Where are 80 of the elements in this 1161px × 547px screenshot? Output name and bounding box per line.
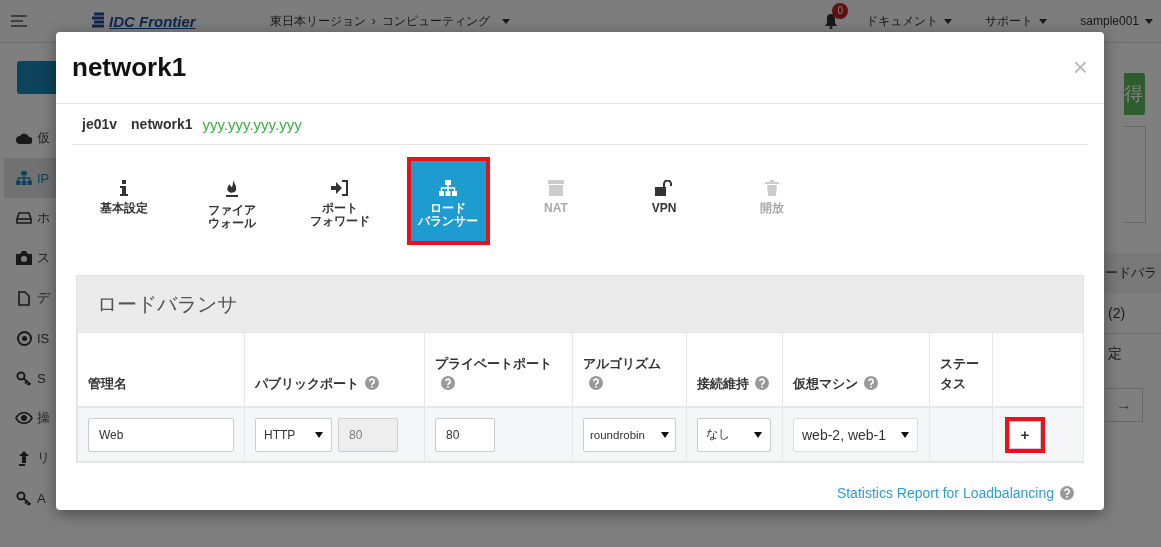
sidebar-item[interactable]: 操	[4, 398, 56, 438]
breadcrumb-item[interactable]: 東日本リージョン	[269, 12, 366, 30]
next-button[interactable]: →	[1106, 388, 1143, 422]
count-label: (2)	[1108, 305, 1126, 321]
nav-menu[interactable]: ドキュメント	[866, 12, 953, 30]
sidebar-item[interactable]: S	[4, 358, 56, 398]
file-icon	[18, 290, 30, 306]
public-port-field: 80	[338, 417, 398, 452]
nav-menu[interactable]: sample001	[1080, 14, 1153, 28]
bell-icon[interactable]	[824, 13, 839, 29]
setting-label: 定	[1108, 345, 1122, 363]
sidebar-item[interactable]: IS	[4, 318, 56, 358]
upload-icon	[18, 450, 30, 466]
persistence-select[interactable]: なし	[697, 417, 771, 452]
help-icon[interactable]	[1060, 486, 1074, 500]
logo-icon	[92, 12, 106, 30]
dialog-title: network1	[72, 52, 187, 83]
help-icon[interactable]	[589, 376, 603, 390]
unlock-icon	[655, 180, 673, 196]
help-icon[interactable]	[864, 376, 878, 390]
private-port-field[interactable]: 80	[435, 417, 495, 452]
sitemap-icon	[439, 180, 457, 196]
breadcrumb-separator: ›	[371, 14, 376, 28]
key-icon	[16, 370, 32, 386]
trash-icon	[765, 180, 779, 196]
help-icon[interactable]	[365, 376, 379, 390]
caret-icon	[944, 18, 953, 24]
zone-label: je01v	[82, 116, 118, 132]
column-header: 接続維持	[697, 376, 749, 391]
help-icon[interactable]	[755, 376, 769, 390]
sidebar-item[interactable]: ホ	[4, 198, 56, 238]
disc-icon	[16, 330, 32, 346]
panel-title: ロードバランサ	[97, 291, 237, 317]
column-header: 管理名	[88, 376, 127, 391]
sidebar-item[interactable]: リ	[4, 438, 56, 478]
sign-in-icon	[331, 180, 349, 196]
ip-address: yyy.yyy.yyy.yyy	[202, 115, 302, 133]
box-icon	[548, 180, 564, 196]
tab[interactable]: VPN	[626, 161, 702, 241]
tab[interactable]: ポートフォワード	[302, 161, 378, 241]
menu-icon[interactable]	[11, 15, 27, 27]
brand-name[interactable]: IDC Frontier	[109, 12, 196, 30]
dropdown-arrow-icon	[315, 431, 323, 438]
sidebar-item[interactable]: A	[4, 478, 56, 518]
column-header: アルゴリズム	[583, 356, 661, 371]
caret-icon	[501, 18, 510, 24]
breadcrumb-item[interactable]: コンピューティング	[381, 12, 490, 30]
tab[interactable]: ファイアウォール	[194, 161, 270, 241]
column-header: プライベートポート	[435, 356, 552, 371]
key-icon	[16, 490, 32, 506]
statistics-link[interactable]: Statistics Report for Loadbalancing	[836, 485, 1054, 501]
sidebar-item[interactable]: IP	[4, 158, 56, 198]
sidebar-item[interactable]: デ	[4, 278, 56, 318]
eye-icon	[15, 412, 33, 424]
dropdown-arrow-icon	[661, 431, 669, 438]
caret-icon	[1145, 18, 1153, 24]
info-icon	[120, 180, 128, 196]
camera-icon	[16, 251, 32, 265]
flame-icon	[225, 180, 239, 198]
cloud-icon	[16, 132, 32, 144]
column-header: 仮想マシン	[793, 376, 858, 391]
name-field[interactable]: Web	[88, 417, 234, 452]
drive-icon	[16, 212, 32, 224]
column-header: パブリックポート	[255, 376, 359, 391]
sidebar-item[interactable]: 仮	[4, 118, 56, 158]
nav-menu[interactable]: サポート	[985, 12, 1048, 30]
dropdown-arrow-icon	[754, 431, 762, 438]
network-name: network1	[131, 116, 193, 132]
algorithm-select[interactable]: roundrobin	[583, 417, 676, 452]
sitemap-icon	[16, 171, 32, 185]
vm-dropdown[interactable]: web-2, web-1	[793, 417, 918, 452]
sidebar-item[interactable]: ス	[4, 238, 56, 278]
notification-badge: 0	[832, 3, 849, 19]
dropdown-arrow-icon	[901, 431, 909, 438]
tab[interactable]: 基本設定	[86, 161, 162, 241]
panel-title: ードバラ	[1105, 264, 1157, 282]
column-header: ステータス	[940, 356, 979, 391]
protocol-select[interactable]: HTTP	[255, 417, 332, 452]
caret-icon	[1039, 18, 1048, 24]
help-icon[interactable]	[441, 376, 455, 390]
